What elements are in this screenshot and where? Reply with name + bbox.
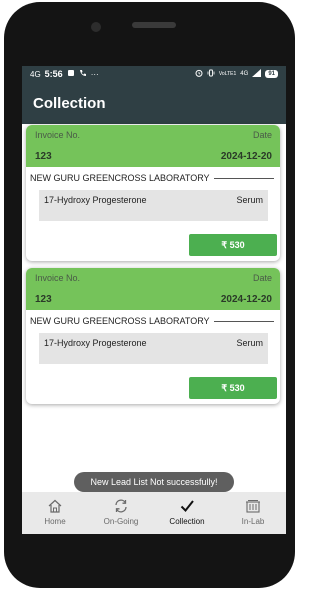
volte-indicator: VoLTE1 [218, 71, 237, 77]
invoice-number: 123 [35, 294, 52, 305]
checkmark-icon [180, 500, 194, 513]
network-type-right: 4G [240, 71, 249, 77]
nav-item-collection[interactable]: Collection [154, 492, 220, 534]
invoice-label: Invoice No. [35, 130, 81, 140]
nav-label-home: Home [44, 517, 66, 526]
test-item: 17-Hydroxy Progesterone Serum [39, 190, 268, 221]
more-notifications: ··· [90, 69, 99, 79]
date-label: Date [252, 130, 272, 140]
phone-frame: 4G 5:56 ··· VoLTE1 4G 91 Collection Invo… [4, 2, 295, 588]
front-camera [91, 22, 101, 32]
battery-indicator: 91 [265, 70, 278, 78]
nav-label-collection: Collection [169, 517, 205, 526]
invoice-label: Invoice No. [35, 273, 81, 283]
collection-card[interactable]: Invoice No. Date 123 2024-12-20 NEW GURU… [26, 268, 280, 404]
nav-item-home[interactable]: Home [22, 492, 88, 534]
collection-card[interactable]: Invoice No. Date 123 2024-12-20 NEW GURU… [26, 125, 280, 261]
building-icon [246, 500, 260, 513]
sample-type: Serum [236, 195, 263, 205]
nav-item-ongoing[interactable]: On-Going [88, 492, 154, 534]
amount-button[interactable]: ₹ 530 [189, 377, 277, 399]
signal-icon [252, 69, 262, 79]
test-name: 17-Hydroxy Progesterone [44, 338, 147, 348]
card-header: Invoice No. Date 123 2024-12-20 [26, 125, 280, 167]
phone-icon [79, 69, 87, 79]
toast-message: New Lead List Not successfully! [74, 472, 234, 492]
network-type: 4G [30, 69, 41, 79]
nav-item-inlab[interactable]: In-Lab [220, 492, 286, 534]
bottom-navigation: Home On-Going Collection In-Lab [22, 492, 286, 534]
sample-type: Serum [236, 338, 263, 348]
invoice-date: 2024-12-20 [220, 294, 272, 305]
test-name: 17-Hydroxy Progesterone [44, 195, 147, 205]
home-icon [48, 499, 62, 513]
lab-name: NEW GURU GREENCROSS LABORATORY [30, 173, 214, 183]
amount-button[interactable]: ₹ 530 [189, 234, 277, 256]
refresh-icon [115, 499, 127, 513]
status-bar: 4G 5:56 ··· VoLTE1 4G 91 [22, 66, 286, 83]
app-bar: Collection [22, 83, 286, 124]
nav-label-inlab: In-Lab [241, 517, 265, 526]
alarm-icon [195, 69, 203, 79]
lab-name: NEW GURU GREENCROSS LABORATORY [30, 316, 214, 326]
card-header: Invoice No. Date 123 2024-12-20 [26, 268, 280, 310]
vibrate-icon [207, 69, 215, 79]
test-item: 17-Hydroxy Progesterone Serum [39, 333, 268, 364]
page-title: Collection [33, 95, 106, 112]
invoice-date: 2024-12-20 [220, 151, 272, 162]
app-screen: 4G 5:56 ··· VoLTE1 4G 91 Collection Invo… [22, 66, 286, 534]
notification-icon [67, 69, 75, 79]
date-label: Date [252, 273, 272, 283]
earpiece-speaker [132, 22, 176, 28]
invoice-number: 123 [35, 151, 52, 162]
status-time: 5:56 [44, 69, 63, 79]
nav-label-ongoing: On-Going [103, 517, 139, 526]
